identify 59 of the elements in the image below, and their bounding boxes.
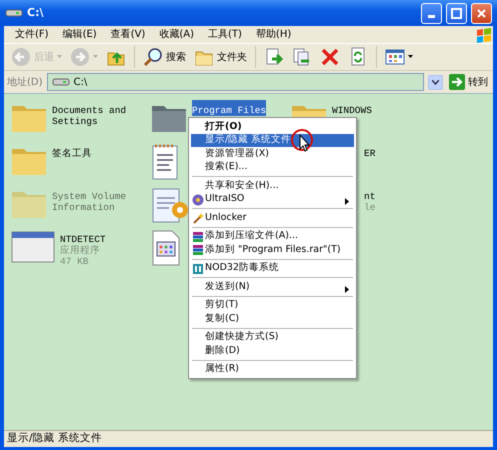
menu-item[interactable]: 打开(O) <box>191 120 354 134</box>
menu-item[interactable]: 创建快捷方式(S) <box>191 330 354 344</box>
views-icon <box>385 47 405 67</box>
caret-icon <box>57 55 62 59</box>
dropdown-button[interactable] <box>428 74 443 90</box>
move-to-icon <box>264 47 284 67</box>
menu-item[interactable]: 查看(V) <box>104 26 152 42</box>
status-text: 显示/隐藏 系统文件 <box>4 430 493 447</box>
file-name: WINDOWS <box>332 104 372 116</box>
windows-logo-icon <box>475 26 493 42</box>
file-name: Documents and Settings <box>52 104 128 127</box>
minimize-button[interactable] <box>421 2 442 24</box>
books-icon <box>192 230 204 243</box>
delete-icon <box>320 47 340 67</box>
close-icon <box>476 8 487 18</box>
menu-item[interactable]: UltraISO <box>191 192 354 206</box>
menu-item[interactable]: 编辑(E) <box>56 26 104 42</box>
menu-item[interactable]: 收藏(A) <box>152 26 201 42</box>
menu-item[interactable]: 删除(D) <box>191 344 354 358</box>
folders-button[interactable]: 文件夹 <box>191 46 250 68</box>
file-name: nt le <box>364 190 376 213</box>
menu-item[interactable]: 发送到(N) <box>191 280 354 294</box>
menu-item[interactable]: 显示/隐藏 系统文件 <box>191 134 354 147</box>
menu-item[interactable]: 搜索(E)... <box>191 160 354 174</box>
disc-icon <box>192 194 204 206</box>
copy-to-icon <box>292 47 312 67</box>
menu-item[interactable]: 属性(R) <box>191 362 354 376</box>
maximize-icon <box>451 8 462 18</box>
file-name: NTDETECT 应用程序 47 KB <box>60 233 106 267</box>
wand-icon <box>192 212 204 224</box>
go-button[interactable]: 转到 <box>447 74 490 90</box>
menu-item[interactable]: 资源管理器(X) <box>191 147 354 160</box>
menu-item[interactable]: 剪切(T) <box>191 298 354 312</box>
menu-item[interactable]: 共享和安全(H)... <box>191 179 354 192</box>
menu-item[interactable]: 文件(F) <box>8 26 56 42</box>
go-arrow-icon <box>449 74 465 90</box>
menu-item[interactable]: NOD32防毒系统 <box>191 262 354 275</box>
chevron-down-icon <box>432 80 439 84</box>
search-icon <box>143 47 163 67</box>
file-name: 签名工具 <box>52 147 92 159</box>
maximize-button[interactable] <box>446 2 467 24</box>
menu-item[interactable]: 复制(C) <box>191 312 354 326</box>
close-button[interactable] <box>471 2 492 24</box>
address-label: 地址(D) <box>7 76 43 90</box>
search-button[interactable]: 搜索 <box>140 46 189 68</box>
caret-icon <box>408 55 413 59</box>
file-name: Program Files <box>192 100 266 116</box>
menu-item[interactable]: 帮助(H) <box>248 26 298 42</box>
books-icon <box>192 244 204 256</box>
menu-item[interactable]: Unlocker <box>191 211 354 224</box>
caret-icon <box>93 55 98 59</box>
address-field[interactable]: C:\ <box>46 73 424 91</box>
window-title: C:\ <box>27 4 44 21</box>
file-name: System Volume Information <box>52 190 128 213</box>
menu-item[interactable]: 添加到压缩文件(A)... <box>191 230 354 243</box>
menu-item[interactable]: 工具(T) <box>201 26 249 42</box>
menu-item[interactable]: 添加到 "Program Files.rar"(T) <box>191 243 354 256</box>
file-name: ER <box>364 147 376 159</box>
minimize-icon <box>428 14 435 18</box>
